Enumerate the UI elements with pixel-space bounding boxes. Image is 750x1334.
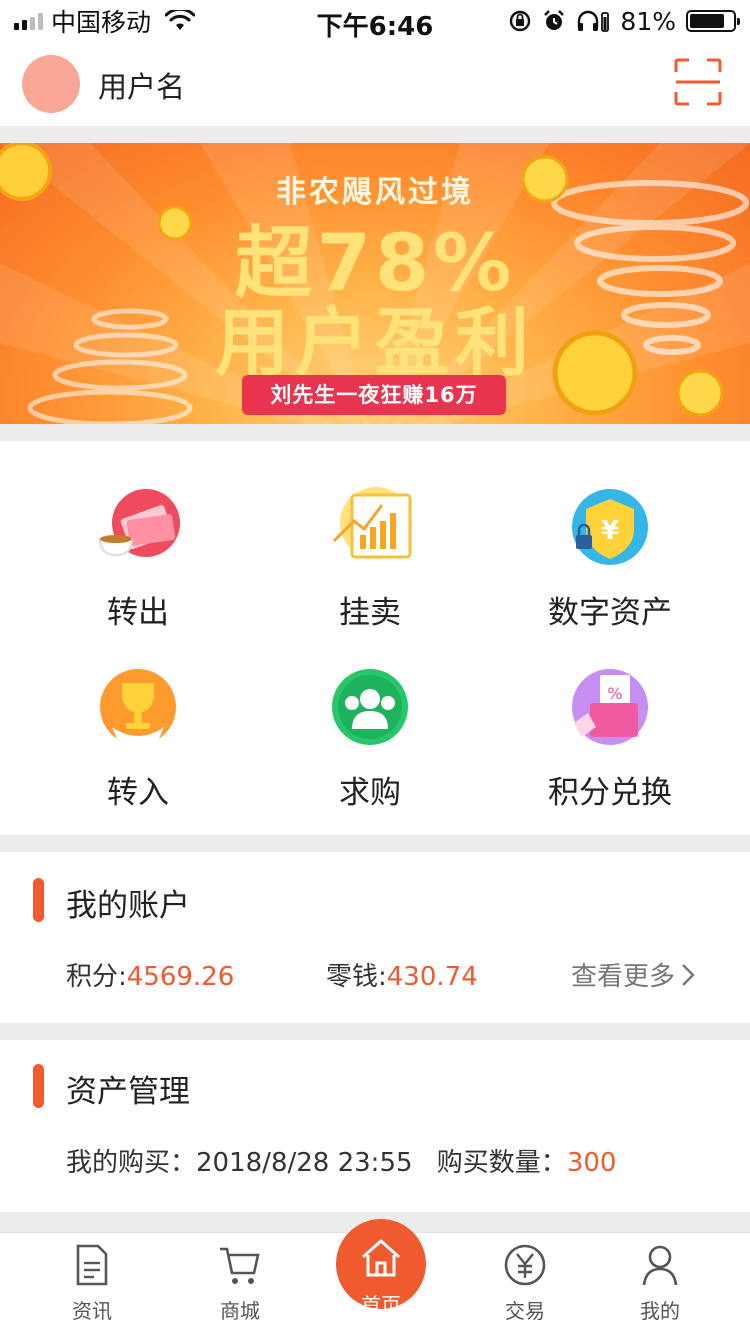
change-value: 430.74	[386, 962, 478, 992]
promo-banner[interactable]: 非农飓风过境 超78% 用户盈利 刘先生一夜狂赚16万	[0, 143, 750, 424]
menu-label: 求购	[339, 775, 401, 811]
chevron-right-icon	[682, 963, 695, 986]
menu-label: 积分兑换	[548, 775, 672, 811]
tab-trade[interactable]: 交易	[450, 1233, 600, 1334]
tab-label: 交易	[505, 1299, 545, 1323]
banner-ribbon: 刘先生一夜狂赚16万	[242, 375, 506, 415]
app-header: 用户名	[0, 42, 750, 126]
purchase-quantity: 300	[566, 1148, 617, 1178]
view-more-link[interactable]: 查看更多	[571, 956, 695, 993]
menu-points-exchange[interactable]: % 积分兑换	[485, 621, 735, 811]
sell-listing-icon	[332, 487, 412, 559]
divider	[0, 424, 750, 441]
transfer-out-icon	[98, 489, 180, 557]
tab-mall[interactable]: 商城	[165, 1233, 315, 1334]
points-value: 4569.26	[126, 962, 235, 992]
transfer-in-icon	[100, 669, 176, 746]
change-balance: 零钱:430.74	[326, 962, 478, 992]
menu-sell[interactable]: 挂卖	[245, 441, 495, 631]
battery-percent: 81%	[620, 6, 676, 36]
cart-icon	[220, 1247, 260, 1284]
username[interactable]: 用户名	[98, 64, 185, 106]
yuan-icon	[504, 1244, 546, 1286]
battery-icon	[686, 10, 740, 32]
menu-transfer-out[interactable]: 转出	[13, 441, 263, 631]
tab-news[interactable]: 资讯	[17, 1233, 167, 1334]
rotation-lock-icon	[510, 10, 531, 32]
tab-label: 首页	[361, 1293, 401, 1317]
menu-transfer-in[interactable]: 转入	[13, 621, 263, 811]
purchase-record[interactable]: 我的购买：2018/8/28 23:55 购买数量：300	[66, 1142, 616, 1179]
points-balance: 积分:4569.26	[66, 962, 235, 992]
section-marker	[33, 878, 44, 922]
asset-title: 资产管理	[66, 1074, 190, 1110]
svg-text:%: %	[607, 684, 622, 703]
user-icon	[642, 1245, 678, 1286]
digital-asset-icon: ¥	[572, 489, 648, 565]
tab-mine[interactable]: 我的	[585, 1233, 735, 1334]
divider	[0, 1023, 750, 1040]
alarm-icon	[544, 10, 565, 30]
svg-text:¥: ¥	[601, 516, 619, 546]
avatar[interactable]	[22, 55, 80, 113]
menu-digital-asset[interactable]: ¥ 数字资产	[485, 441, 735, 631]
divider	[0, 835, 750, 852]
headphones-icon	[578, 10, 610, 32]
feature-grid: 转出 挂卖 ¥ 数字资产 转入 求购 % 积分兑换	[0, 441, 750, 835]
account-card: 我的账户 积分:4569.26 零钱:430.74 查看更多	[0, 852, 750, 1023]
tab-home[interactable]: 首页	[306, 1219, 456, 1334]
buy-request-icon	[332, 669, 408, 745]
tab-label: 商城	[220, 1299, 260, 1323]
tab-label: 我的	[640, 1299, 680, 1323]
news-icon	[76, 1244, 108, 1286]
banner-headline-2: 用户盈利	[215, 300, 535, 386]
status-bar: 中国移动 下午6:46 81%	[0, 0, 750, 42]
asset-card: 资产管理 我的购买：2018/8/28 23:55 购买数量：300	[0, 1040, 750, 1212]
menu-buy-request[interactable]: 求购	[245, 621, 495, 811]
purchase-time: 2018/8/28 23:55	[196, 1148, 413, 1178]
section-marker	[33, 1064, 44, 1108]
scan-icon[interactable]	[674, 58, 722, 106]
menu-label: 转入	[107, 775, 169, 811]
points-exchange-icon: %	[572, 669, 648, 745]
divider	[0, 126, 750, 143]
tab-bar: 资讯 商城 首页 交易 我的	[0, 1219, 750, 1334]
home-icon	[362, 1238, 400, 1277]
account-title: 我的账户	[66, 888, 190, 924]
tab-label: 资讯	[72, 1299, 112, 1323]
